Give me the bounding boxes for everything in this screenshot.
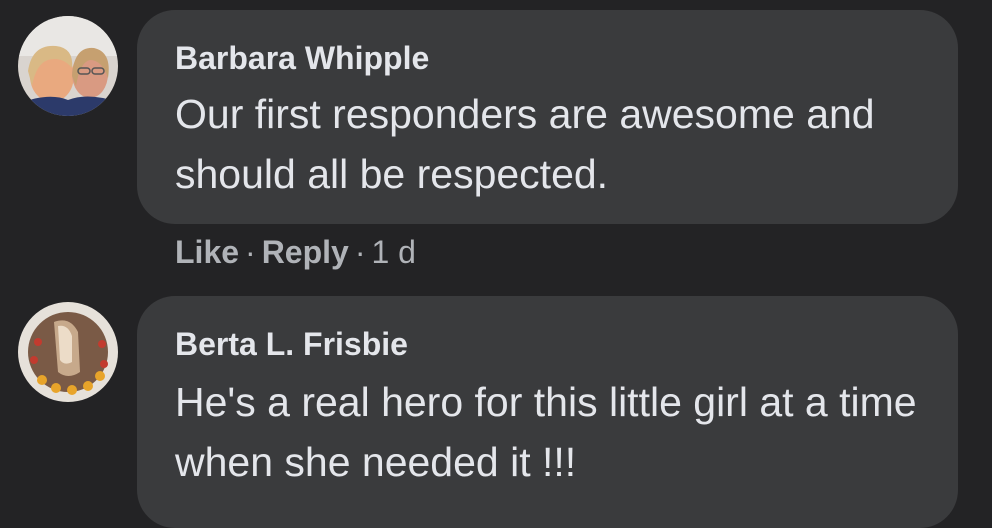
like-button[interactable]: Like xyxy=(175,234,239,270)
profile-photo-icon xyxy=(18,16,118,116)
comment-bubble: Berta L. Frisbie He's a real hero for th… xyxy=(137,296,958,528)
comment-author[interactable]: Berta L. Frisbie xyxy=(175,326,408,363)
comment-text: Our first responders are awesome and sho… xyxy=(175,91,875,197)
avatar-berta-frisbie[interactable] xyxy=(18,302,118,402)
separator: · xyxy=(354,234,366,270)
comment-author[interactable]: Barbara Whipple xyxy=(175,40,429,77)
profile-photo-icon xyxy=(18,302,118,402)
separator: · xyxy=(245,234,256,270)
reply-button[interactable]: Reply xyxy=(262,234,349,270)
comment-timestamp[interactable]: 1 d xyxy=(371,234,415,270)
comment-bubble: Barbara Whipple Our first responders are… xyxy=(137,10,958,224)
avatar-barbara-whipple[interactable] xyxy=(18,16,118,116)
comment-actions: Like · Reply · 1 d xyxy=(175,234,416,271)
comment-text: He's a real hero for this little girl at… xyxy=(175,379,917,485)
